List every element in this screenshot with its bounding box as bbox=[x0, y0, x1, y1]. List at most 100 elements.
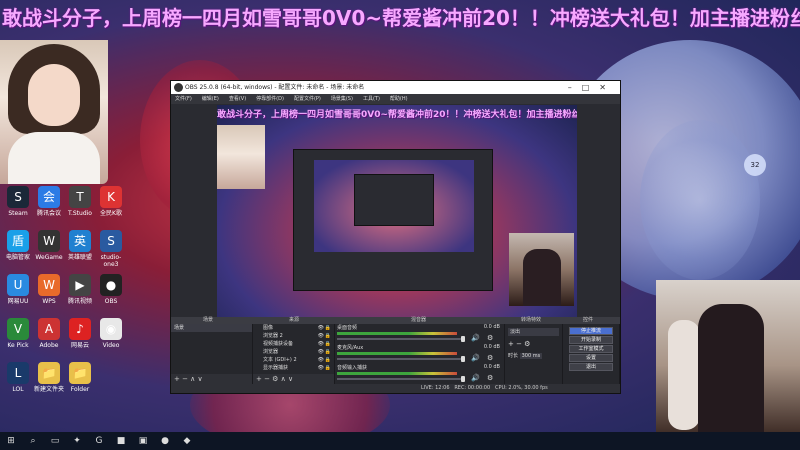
source-item[interactable]: 文本 (GDI+) 2 👁 🔒 bbox=[253, 356, 334, 364]
lock-icon[interactable]: 🔒 bbox=[325, 348, 331, 356]
desktop-icon[interactable]: ♪ 网易云 bbox=[64, 318, 96, 349]
desktop-icon[interactable]: 英英雄联盟 bbox=[64, 230, 96, 261]
menu-item[interactable]: 编辑(E) bbox=[202, 96, 219, 102]
sources-buttons[interactable]: + − ⚙ ∧ ∨ bbox=[253, 374, 334, 384]
transition-add-remove[interactable]: + − ⚙ bbox=[508, 340, 559, 348]
control-button[interactable]: 设置 bbox=[569, 354, 613, 362]
source-item[interactable]: 视频捕获设备 👁 🔒 bbox=[253, 340, 334, 348]
source-item[interactable]: 浏览器 👁 🔒 bbox=[253, 348, 334, 356]
volume-knob[interactable] bbox=[461, 336, 465, 342]
status-live: LIVE: 12:06 bbox=[421, 385, 450, 391]
obs-titlebar[interactable]: OBS 25.0.8 (64-bit, windows) - 配置文件: 未命名… bbox=[171, 81, 620, 94]
transitions-dock: 淡出 + − ⚙ 时长 300 ms bbox=[505, 324, 563, 384]
start-icon[interactable]: ⊞ bbox=[4, 434, 18, 448]
lock-icon[interactable]: 🔒 bbox=[325, 356, 331, 364]
gear-icon[interactable]: ⚙ bbox=[487, 374, 493, 382]
desktop-icon[interactable]: ◉ Video bbox=[95, 318, 127, 349]
menu-item[interactable]: 配置文件(P) bbox=[294, 96, 321, 102]
app-icon: W bbox=[38, 274, 60, 296]
lock-icon[interactable]: 🔒 bbox=[325, 340, 331, 348]
desktop-icon[interactable]: W WeGame bbox=[33, 230, 65, 261]
desktop-icon[interactable]: 会腾讯会议 bbox=[33, 186, 65, 217]
desktop-icon[interactable]: A Adobe bbox=[33, 318, 65, 349]
eye-icon[interactable]: 👁 bbox=[318, 340, 324, 348]
dock-header-transitions: 转场特效 bbox=[521, 317, 542, 323]
app-icon: W bbox=[38, 230, 60, 252]
volume-knob[interactable] bbox=[461, 356, 465, 362]
desktop-icon-label: OBS bbox=[104, 298, 118, 305]
mixer-channel: 音频输入捕获 0.0 dB 🔊 ⚙ bbox=[335, 364, 504, 384]
control-button[interactable]: 开始录制 bbox=[569, 336, 613, 344]
menu-item[interactable]: 场景集(S) bbox=[331, 96, 353, 102]
gear-icon[interactable]: ⚙ bbox=[487, 334, 493, 342]
wallpaper-blossoms bbox=[640, 120, 760, 280]
gear-icon[interactable]: ⚙ bbox=[487, 354, 493, 362]
source-item[interactable]: 图像 👁 🔒 bbox=[253, 324, 334, 332]
desktop-icon[interactable]: U 网易UU bbox=[2, 274, 34, 305]
eye-icon[interactable]: 👁 bbox=[318, 324, 324, 332]
speaker-icon[interactable]: 🔊 bbox=[471, 354, 480, 362]
eye-icon[interactable]: 👁 bbox=[318, 332, 324, 340]
mixer-channel-db: 0.0 dB bbox=[483, 364, 500, 370]
obs-icon[interactable]: ● bbox=[158, 434, 172, 448]
desktop-icon[interactable]: ● OBS bbox=[95, 274, 127, 305]
desktop-icon-label: Ke Pick bbox=[7, 342, 29, 349]
duration-input[interactable]: 300 ms bbox=[519, 353, 543, 359]
desktop-icon[interactable]: Sstudio-one3 bbox=[95, 230, 127, 268]
volume-slider[interactable] bbox=[337, 338, 463, 340]
desktop-icon[interactable]: 📁 新建文件夹 bbox=[33, 362, 65, 393]
scenes-buttons[interactable]: + − ∧ ∨ bbox=[171, 374, 252, 384]
menu-item[interactable]: 帮助(H) bbox=[390, 96, 408, 102]
menu-item[interactable]: 查看(V) bbox=[229, 96, 246, 102]
volume-knob[interactable] bbox=[461, 376, 465, 382]
speaker-icon[interactable]: 🔊 bbox=[471, 374, 480, 382]
desktop-icon[interactable]: ▶ 腾讯视频 bbox=[64, 274, 96, 305]
desktop-icon[interactable]: 📁 Folder bbox=[64, 362, 96, 393]
mixer-channel-name: 麦克风/Aux bbox=[337, 345, 364, 351]
app-icon[interactable]: ◆ bbox=[180, 434, 194, 448]
desktop-icon[interactable]: V Ke Pick bbox=[2, 318, 34, 349]
desktop-icon[interactable]: L LOL bbox=[2, 362, 34, 393]
volume-meter bbox=[337, 332, 457, 335]
folder-icon[interactable]: ■ bbox=[114, 434, 128, 448]
desktop-icon[interactable]: T T.Studio bbox=[64, 186, 96, 217]
app-icon: V bbox=[7, 318, 29, 340]
search-icon[interactable]: ⌕ bbox=[26, 434, 40, 448]
transition-select[interactable]: 淡出 bbox=[508, 328, 559, 336]
speaker-icon[interactable]: 🔊 bbox=[471, 334, 480, 342]
desktop-icon[interactable]: K 全民K歌 bbox=[95, 186, 127, 217]
menu-item[interactable]: 工具(T) bbox=[363, 96, 380, 102]
app-icon: ● bbox=[100, 274, 122, 296]
desktop-icon[interactable]: 盾电脑管家 bbox=[2, 230, 34, 261]
app-icon[interactable]: ✦ bbox=[70, 434, 84, 448]
desktop-icon-label: Steam bbox=[8, 210, 28, 217]
control-button[interactable]: 工作室模式 bbox=[569, 345, 613, 353]
lock-icon[interactable]: 🔒 bbox=[325, 364, 331, 372]
lock-icon[interactable]: 🔒 bbox=[325, 332, 331, 340]
source-item[interactable]: 显示器捕获 👁 🔒 bbox=[253, 364, 334, 372]
desktop-icon[interactable]: S Steam bbox=[2, 186, 34, 217]
control-button[interactable]: 退出 bbox=[569, 363, 613, 371]
desktop-icon-label: 英雄联盟 bbox=[67, 254, 92, 261]
volume-slider[interactable] bbox=[337, 378, 463, 380]
menu-item[interactable]: 停靠部件(D) bbox=[256, 96, 284, 102]
source-item[interactable]: 浏览器 2 👁 🔒 bbox=[253, 332, 334, 340]
eye-icon[interactable]: 👁 bbox=[318, 364, 324, 372]
app-icon[interactable]: G bbox=[92, 434, 106, 448]
control-button[interactable]: 停止推流 bbox=[569, 327, 613, 335]
scene-item[interactable]: 场景 bbox=[171, 324, 252, 332]
desktop-icon-label: studio-one3 bbox=[100, 254, 122, 268]
volume-slider[interactable] bbox=[337, 358, 463, 360]
menu-item[interactable]: 文件(F) bbox=[175, 96, 192, 102]
obs-logo-icon bbox=[174, 83, 183, 92]
window-controls[interactable]: –□✕ bbox=[568, 81, 616, 94]
obs-statusbar: LIVE: 12:06 REC: 00:00:00 CPU: 2.0%, 30.… bbox=[171, 384, 620, 393]
desktop-icon[interactable]: W WPS bbox=[33, 274, 65, 305]
controls-dock: 停止推流 开始录制 工作室模式 设置 退出 bbox=[563, 324, 620, 384]
preview-webcam bbox=[217, 125, 265, 189]
eye-icon[interactable]: 👁 bbox=[318, 348, 324, 356]
eye-icon[interactable]: 👁 bbox=[318, 356, 324, 364]
app-icon[interactable]: ▣ bbox=[136, 434, 150, 448]
lock-icon[interactable]: 🔒 bbox=[325, 324, 331, 332]
task-view-icon[interactable]: ▭ bbox=[48, 434, 62, 448]
